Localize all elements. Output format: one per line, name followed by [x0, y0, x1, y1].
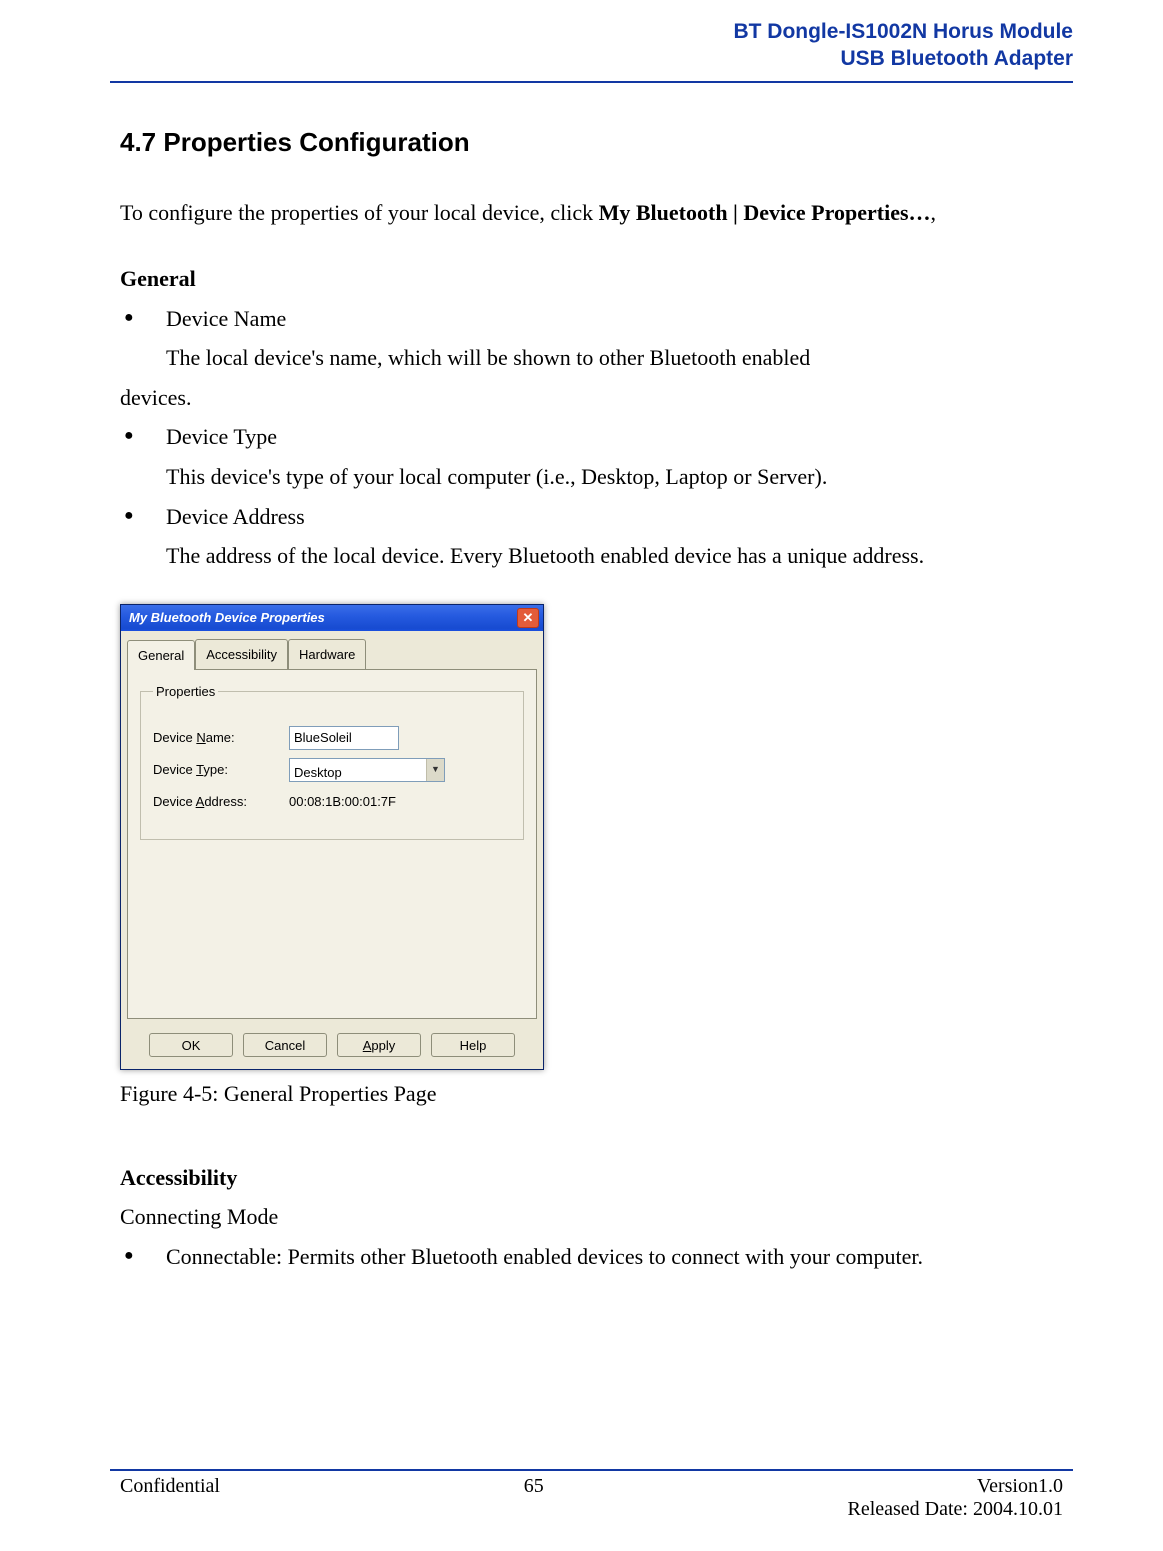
general-heading: General [120, 259, 1063, 299]
general-item-device-address-desc: The address of the local device. Every B… [120, 536, 1063, 576]
dialog-tabstrip: General Accessibility Hardware [121, 631, 543, 669]
apply-button[interactable]: Apply [337, 1033, 421, 1057]
dialog-button-bar: OK Cancel Apply Help [121, 1025, 543, 1069]
device-address-value: 00:08:1B:00:01:7F [289, 790, 396, 813]
properties-legend: Properties [153, 680, 218, 703]
general-item-device-name-label: Device Name [166, 306, 286, 331]
help-button[interactable]: Help [431, 1033, 515, 1057]
general-item-device-type-label: Device Type [166, 424, 277, 449]
header-line-2: USB Bluetooth Adapter [110, 45, 1073, 72]
dialog-tabpanel: Properties Device Name: Device Type: [127, 669, 537, 1019]
accessibility-item-connectable: Connectable: Permits other Bluetooth ena… [120, 1237, 1063, 1277]
page-header: BT Dongle-IS1002N Horus Module USB Bluet… [110, 0, 1073, 83]
section-title: 4.7 Properties Configuration [120, 119, 1063, 166]
general-item-device-type-desc: This device's type of your local compute… [120, 457, 1063, 497]
figure-caption: Figure 4-5: General Properties Page [120, 1074, 1063, 1114]
page-footer-wrap: Confidential 65 Version1.0 Released Date… [110, 1469, 1073, 1551]
properties-fieldset: Properties Device Name: Device Type: [140, 680, 524, 840]
tab-hardware[interactable]: Hardware [288, 639, 366, 669]
general-item-device-address-label: Device Address [166, 504, 305, 529]
tab-accessibility[interactable]: Accessibility [195, 639, 288, 669]
footer-right: Version1.0 Released Date: 2004.10.01 [847, 1475, 1063, 1521]
footer-left: Confidential [120, 1475, 220, 1521]
footer-release-date: Released Date: 2004.10.01 [847, 1498, 1063, 1521]
chevron-down-icon[interactable]: ▼ [426, 759, 444, 781]
cancel-button[interactable]: Cancel [243, 1033, 327, 1057]
dialog-title: My Bluetooth Device Properties [129, 606, 325, 629]
dialog-titlebar[interactable]: My Bluetooth Device Properties ✕ [121, 605, 543, 631]
device-address-label: Device Address: [153, 790, 273, 813]
accessibility-item-connectable-text: Connectable: Permits other Bluetooth ena… [166, 1244, 923, 1269]
device-type-label: Device Type: [153, 758, 273, 781]
intro-menu-path: My Bluetooth | Device Properties… [599, 200, 931, 225]
footer-version: Version1.0 [847, 1475, 1063, 1498]
device-type-row: Device Type: Desktop ▼ [153, 758, 511, 782]
device-name-label: Device Name: [153, 726, 273, 749]
accessibility-subheading: Connecting Mode [120, 1197, 1063, 1237]
tab-general[interactable]: General [127, 640, 195, 670]
intro-text-post: , [931, 200, 937, 225]
general-item-device-type: Device Type [120, 417, 1063, 457]
intro-text-pre: To configure the properties of your loca… [120, 200, 599, 225]
general-item-device-name-desc-tail: devices. [120, 378, 1063, 418]
ok-button[interactable]: OK [149, 1033, 233, 1057]
device-name-field[interactable] [289, 726, 399, 750]
general-item-device-name: Device Name [120, 299, 1063, 339]
properties-dialog: My Bluetooth Device Properties ✕ General… [120, 604, 544, 1070]
device-address-row: Device Address: 00:08:1B:00:01:7F [153, 790, 511, 813]
intro-paragraph: To configure the properties of your loca… [120, 193, 1063, 233]
accessibility-heading: Accessibility [120, 1158, 1063, 1198]
page-content: 4.7 Properties Configuration To configur… [110, 83, 1073, 1469]
general-item-device-address: Device Address [120, 497, 1063, 537]
device-name-row: Device Name: [153, 726, 511, 750]
header-line-1: BT Dongle-IS1002N Horus Module [110, 18, 1073, 45]
page-footer: Confidential 65 Version1.0 Released Date… [110, 1471, 1073, 1551]
device-type-select[interactable]: Desktop ▼ [289, 758, 445, 782]
close-icon[interactable]: ✕ [517, 608, 539, 628]
device-type-value: Desktop [290, 759, 426, 781]
footer-page-number: 65 [524, 1475, 544, 1521]
general-item-device-name-desc: The local device's name, which will be s… [120, 338, 1063, 378]
figure-dialog: My Bluetooth Device Properties ✕ General… [120, 604, 1063, 1070]
